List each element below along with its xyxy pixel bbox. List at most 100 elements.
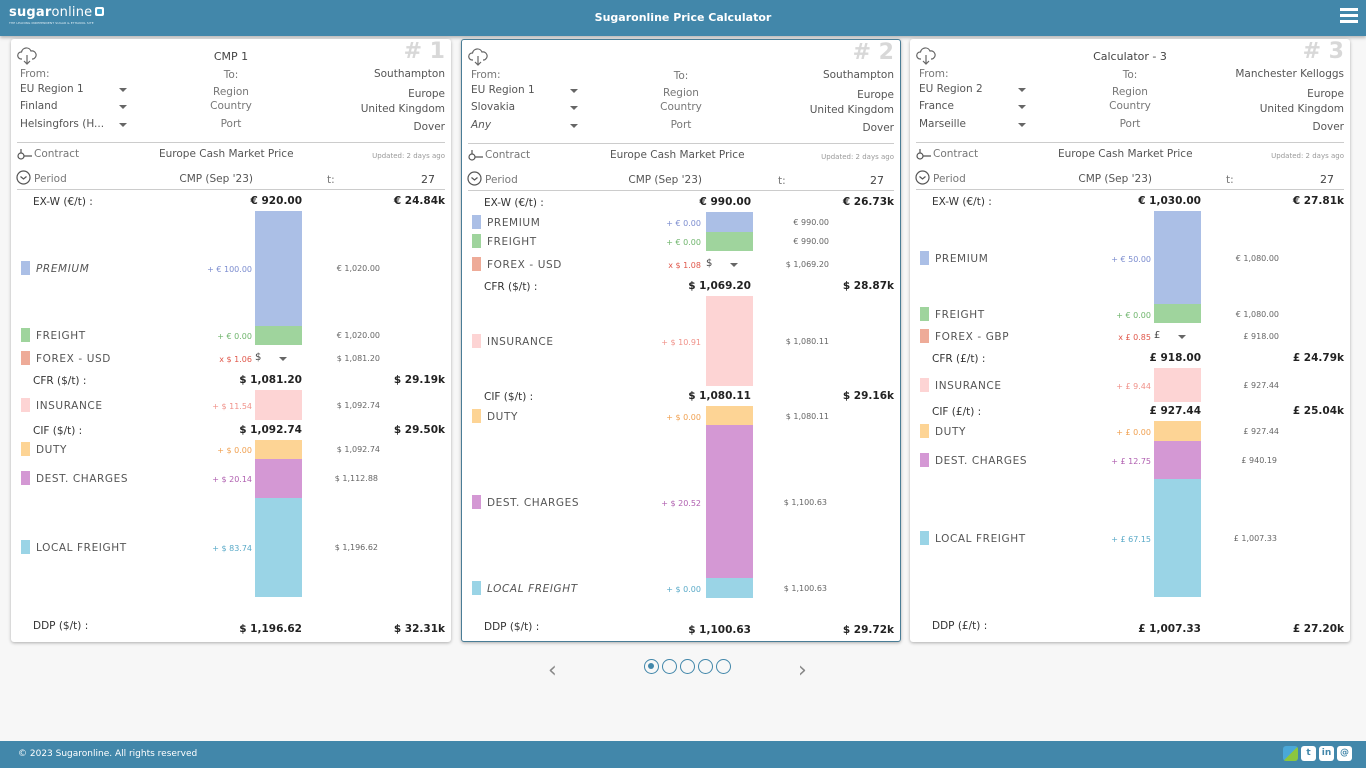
chevron-down-icon[interactable] (730, 263, 738, 267)
freight-legend-swatch (21, 328, 30, 342)
cloud-download-icon[interactable] (468, 48, 488, 66)
premium-label[interactable]: PREMIUM (36, 263, 89, 275)
duty-delta[interactable]: + £ 0.00 (1116, 428, 1151, 437)
period-value[interactable]: CMP (Sep '23) (1078, 173, 1152, 185)
currency-select[interactable]: $ (706, 258, 712, 269)
local-bar (1154, 479, 1201, 597)
duty-delta[interactable]: + $ 0.00 (666, 413, 701, 422)
freight-cumulative: € 1,080.00 (1235, 310, 1279, 319)
insurance-delta[interactable]: + £ 9.44 (1116, 382, 1151, 391)
freight-label[interactable]: FREIGHT (487, 236, 537, 248)
forex-delta[interactable]: x $ 1.08 (668, 261, 701, 270)
dest-legend-swatch (920, 453, 929, 467)
local-label[interactable]: LOCAL FREIGHT (36, 542, 127, 554)
local-legend-swatch (472, 581, 481, 595)
premium-label[interactable]: PREMIUM (935, 253, 988, 265)
duty-delta[interactable]: + $ 0.00 (217, 446, 252, 455)
card-title[interactable]: CMP 1 (11, 50, 451, 63)
duty-label[interactable]: DUTY (487, 411, 518, 423)
contract-value[interactable]: Europe Cash Market Price (1058, 148, 1193, 160)
dest-delta[interactable]: + £ 12.75 (1111, 457, 1151, 466)
dest-cumulative: £ 940.19 (1241, 456, 1277, 465)
forex-delta[interactable]: x £ 0.85 (1118, 333, 1151, 342)
t-label: t: (327, 174, 335, 186)
premium-delta[interactable]: + € 100.00 (207, 265, 252, 274)
page-dot-4[interactable] (698, 659, 713, 674)
forex-label[interactable]: FOREX - GBP (935, 331, 1009, 343)
local-delta[interactable]: + $ 0.00 (666, 585, 701, 594)
premium-delta[interactable]: + € 0.00 (666, 219, 701, 228)
clock-icon (467, 171, 482, 189)
page-dot-5[interactable] (716, 659, 731, 674)
prev-page-button[interactable]: ‹ (548, 658, 557, 683)
dest-label[interactable]: DEST. CHARGES (487, 497, 579, 509)
tonnes-input[interactable]: 27 (421, 173, 435, 186)
freight-delta[interactable]: + € 0.00 (1116, 311, 1151, 320)
tonnes-input[interactable]: 27 (870, 174, 884, 187)
insurance-label[interactable]: INSURANCE (487, 336, 554, 348)
dest-label[interactable]: DEST. CHARGES (935, 455, 1027, 467)
forex-label[interactable]: FOREX - USD (487, 259, 562, 271)
forex-label[interactable]: FOREX - USD (36, 353, 111, 365)
premium-delta[interactable]: + € 50.00 (1111, 255, 1151, 264)
region-label: Region (663, 87, 699, 99)
dest-delta[interactable]: + $ 20.52 (661, 499, 701, 508)
dest-label[interactable]: DEST. CHARGES (36, 473, 128, 485)
next-page-button[interactable]: › (798, 658, 807, 683)
freight-label[interactable]: FREIGHT (36, 330, 86, 342)
duty-label[interactable]: DUTY (935, 426, 966, 438)
currency-select[interactable]: £ (1154, 330, 1160, 341)
exw-total-label: EX-W (€/t) : (932, 196, 992, 208)
ddp-total-per-tonne: $ 1,100.63 (688, 624, 751, 636)
ddp-total-label: DDP (£/t) : (932, 620, 988, 632)
social-links: t in @ (1280, 746, 1352, 765)
page-dot-1[interactable] (644, 659, 659, 674)
to-region: Europe (1307, 88, 1344, 100)
local-label[interactable]: LOCAL FREIGHT (935, 533, 1026, 545)
card-title[interactable]: Calculator - 3 (910, 50, 1350, 63)
linkedin-icon[interactable]: in (1319, 746, 1334, 761)
period-value[interactable]: CMP (Sep '23) (628, 174, 702, 186)
insurance-label[interactable]: INSURANCE (36, 400, 103, 412)
copyright-text: © 2023 Sugaronline. All rights reserved (18, 749, 198, 759)
exw-total-amount: € 26.73k (842, 196, 894, 208)
hamburger-menu-icon[interactable] (1340, 8, 1358, 24)
divider (468, 143, 894, 144)
insurance-delta[interactable]: + $ 11.54 (212, 402, 252, 411)
freight-label[interactable]: FREIGHT (935, 309, 985, 321)
period-value[interactable]: CMP (Sep '23) (179, 173, 253, 185)
dest-delta[interactable]: + $ 20.14 (212, 475, 252, 484)
page-dot-2[interactable] (662, 659, 677, 674)
local-label[interactable]: LOCAL FREIGHT (487, 583, 578, 595)
currency-select[interactable]: $ (255, 352, 261, 363)
page-dot-3[interactable] (680, 659, 695, 674)
insurance-legend-swatch (920, 378, 929, 392)
premium-legend-swatch (472, 215, 481, 229)
sugaronline-icon[interactable] (1283, 746, 1298, 761)
forex-legend-swatch (21, 351, 30, 365)
chevron-down-icon[interactable] (1178, 335, 1186, 339)
duty-label[interactable]: DUTY (36, 444, 67, 456)
dest-bar (1154, 441, 1201, 479)
calculator-card-2: # 2 From: To: Southampton EU Region 1 Region E… (461, 39, 901, 642)
tonnes-input[interactable]: 27 (1320, 173, 1334, 186)
cfr-total-per-tonne: $ 1,069.20 (688, 280, 751, 292)
freight-delta[interactable]: + € 0.00 (666, 238, 701, 247)
insurance-label[interactable]: INSURANCE (935, 380, 1002, 392)
local-delta[interactable]: + £ 67.15 (1111, 535, 1151, 544)
cif-total-per-tonne: $ 1,080.11 (688, 390, 751, 402)
email-icon[interactable]: @ (1337, 746, 1352, 761)
forex-delta[interactable]: x $ 1.06 (219, 355, 252, 364)
premium-label[interactable]: PREMIUM (487, 217, 540, 229)
clock-icon (915, 170, 930, 188)
contract-value[interactable]: Europe Cash Market Price (610, 149, 745, 161)
forex-cumulative: $ 1,069.20 (785, 260, 829, 269)
cfr-total-per-tonne: $ 1,081.20 (239, 374, 302, 386)
chevron-down-icon[interactable] (279, 357, 287, 361)
contract-value[interactable]: Europe Cash Market Price (159, 148, 294, 160)
insurance-delta[interactable]: + $ 10.91 (661, 338, 701, 347)
twitter-icon[interactable]: t (1301, 746, 1316, 761)
local-delta[interactable]: + $ 83.74 (212, 544, 252, 553)
freight-delta[interactable]: + € 0.00 (217, 332, 252, 341)
exw-total-amount: € 27.81k (1292, 195, 1344, 207)
